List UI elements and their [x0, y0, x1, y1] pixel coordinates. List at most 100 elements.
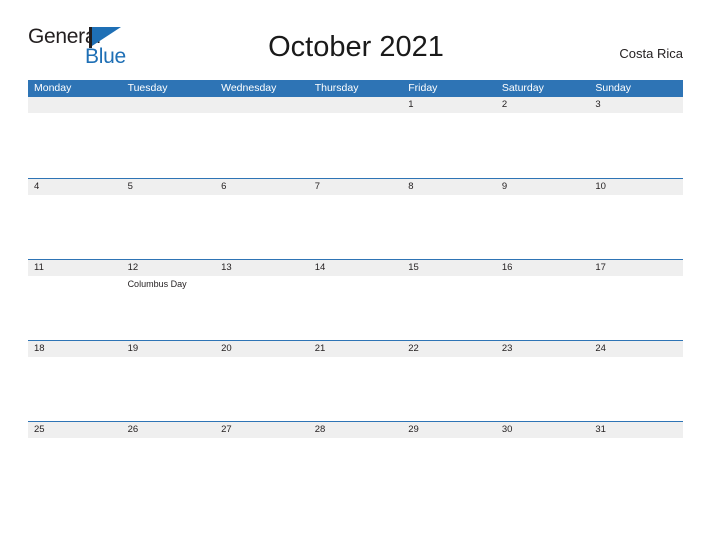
week-date-band: 4 5 6 7 8 9 10: [28, 179, 683, 195]
day-number: 25: [34, 424, 45, 435]
calendar-day-number-cell[interactable]: 7: [309, 179, 403, 195]
calendar-day-number-cell[interactable]: 4: [28, 179, 122, 195]
calendar-page: General Blue October 2021 Costa Rica Mon…: [0, 0, 712, 550]
calendar-day-number-cell[interactable]: 20: [215, 341, 309, 357]
calendar-day-number-cell[interactable]: 27: [215, 422, 309, 438]
day-number: 14: [314, 262, 326, 273]
calendar-weeks: 1 2 3 4 5 6 7 8 9 10 11 12 13 14 15 16 17 Columbus Day 18 1…: [28, 97, 683, 503]
day-number: 29: [408, 424, 419, 435]
calendar-day-number-cell[interactable]: 26: [122, 422, 216, 438]
calendar-day-events-empty: [402, 438, 496, 503]
week-date-band: 25 26 27 28 29 30 31: [28, 422, 683, 438]
calendar-day-number-cell[interactable]: 29: [402, 422, 496, 438]
day-number: 26: [127, 424, 139, 435]
calendar-day-events-empty: [402, 357, 496, 422]
day-number: 2: [501, 99, 508, 110]
week-date-band: 18 19 20 21 22 23 24: [28, 341, 683, 357]
calendar-day-number-cell[interactable]: 6: [215, 179, 309, 195]
week-date-band: 11 12 13 14 15 16 17: [28, 260, 683, 276]
weekday-monday: Monday: [34, 82, 72, 94]
calendar-day-events-empty: [215, 195, 309, 260]
calendar-day-events-empty: [496, 357, 590, 422]
calendar-day-events-empty: [309, 438, 403, 503]
calendar-day-number-cell[interactable]: 12: [122, 260, 216, 276]
page-header: General Blue October 2021 Costa Rica: [0, 0, 712, 80]
calendar-day-empty-cell: [215, 97, 309, 113]
day-number: 21: [314, 343, 326, 354]
calendar-day-number-cell[interactable]: 24: [589, 341, 683, 357]
calendar-day-number-cell[interactable]: 5: [122, 179, 216, 195]
calendar-day-number-cell[interactable]: 30: [496, 422, 590, 438]
calendar-day-events[interactable]: Columbus Day: [122, 276, 216, 341]
calendar-day-number-cell[interactable]: 19: [122, 341, 216, 357]
calendar-day-events-empty: [309, 113, 403, 178]
calendar-day-number-cell[interactable]: 23: [496, 341, 590, 357]
calendar-day-number-cell[interactable]: 14: [309, 260, 403, 276]
calendar-day-events-empty: [402, 195, 496, 260]
day-number: 28: [314, 424, 326, 435]
day-number: 22: [408, 343, 419, 354]
calendar-week-row: 4 5 6 7 8 9 10: [28, 178, 683, 260]
week-events-band: [28, 357, 683, 422]
calendar-day-number-cell[interactable]: 15: [402, 260, 496, 276]
calendar-day-events-empty: [122, 195, 216, 260]
day-number: 19: [127, 343, 139, 354]
calendar-day-number-cell[interactable]: 10: [589, 179, 683, 195]
calendar-day-number-cell[interactable]: 28: [309, 422, 403, 438]
calendar-day-events-empty: [589, 195, 683, 260]
calendar-day-events-empty: [589, 357, 683, 422]
calendar-day-number-cell[interactable]: 13: [215, 260, 309, 276]
day-number: 11: [34, 262, 44, 273]
calendar-day-number-cell[interactable]: 3: [589, 97, 683, 113]
day-number: 20: [221, 343, 232, 354]
day-number: 24: [595, 343, 606, 354]
calendar-day-events-empty: [309, 276, 403, 341]
weekday-friday: Friday: [408, 82, 438, 94]
calendar-day-number-cell[interactable]: 25: [28, 422, 122, 438]
weekday-wednesday: Wednesday: [221, 82, 277, 94]
day-number: 6: [221, 181, 227, 192]
calendar-day-events-empty: [28, 357, 122, 422]
calendar-day-events-empty: [309, 357, 403, 422]
week-date-band: 1 2 3: [28, 97, 683, 113]
calendar-day-events-empty: [402, 276, 496, 341]
calendar-day-number-cell[interactable]: 9: [496, 179, 590, 195]
calendar-week-row: 1 2 3: [28, 97, 683, 178]
calendar-day-events-empty: [589, 113, 683, 178]
calendar-day-events-empty: [496, 276, 590, 341]
day-number: 30: [501, 424, 513, 435]
day-number: 13: [221, 262, 232, 273]
calendar-day-number-cell[interactable]: 1: [402, 97, 496, 113]
calendar-day-number-cell[interactable]: 8: [402, 179, 496, 195]
day-number: 8: [408, 181, 414, 192]
calendar-day-events-empty: [215, 113, 309, 178]
calendar-day-number-cell[interactable]: 11: [28, 260, 122, 276]
week-events-band: Columbus Day: [28, 276, 683, 341]
week-events-band: [28, 113, 683, 178]
day-number: 10: [595, 181, 606, 192]
calendar-week-row: 18 19 20 21 22 23 24: [28, 340, 683, 422]
calendar-day-events-empty: [589, 438, 683, 503]
week-events-band: [28, 195, 683, 260]
calendar-day-empty-cell: [122, 97, 216, 113]
weekday-saturday: Saturday: [501, 82, 544, 94]
calendar-day-number-cell[interactable]: 21: [309, 341, 403, 357]
day-number: 4: [34, 181, 40, 192]
calendar-day-number-cell[interactable]: 31: [589, 422, 683, 438]
calendar-day-number-cell[interactable]: 17: [589, 260, 683, 276]
calendar-day-number-cell[interactable]: 16: [496, 260, 590, 276]
calendar-day-events-empty: [309, 195, 403, 260]
calendar-day-events-empty: [215, 276, 309, 341]
holiday-label: Columbus Day: [127, 279, 187, 289]
calendar-day-events-empty: [589, 276, 683, 341]
week-events-band: [28, 438, 683, 503]
calendar-day-number-cell[interactable]: 2: [496, 97, 590, 113]
calendar-day-events-empty: [122, 357, 216, 422]
day-number: 23: [501, 343, 513, 354]
day-number: 16: [501, 262, 513, 273]
weekday-sunday: Sunday: [595, 82, 631, 94]
calendar-day-number-cell[interactable]: 22: [402, 341, 496, 357]
calendar-day-events-empty: [402, 113, 496, 178]
day-number: 5: [127, 181, 133, 192]
calendar-day-number-cell[interactable]: 18: [28, 341, 122, 357]
